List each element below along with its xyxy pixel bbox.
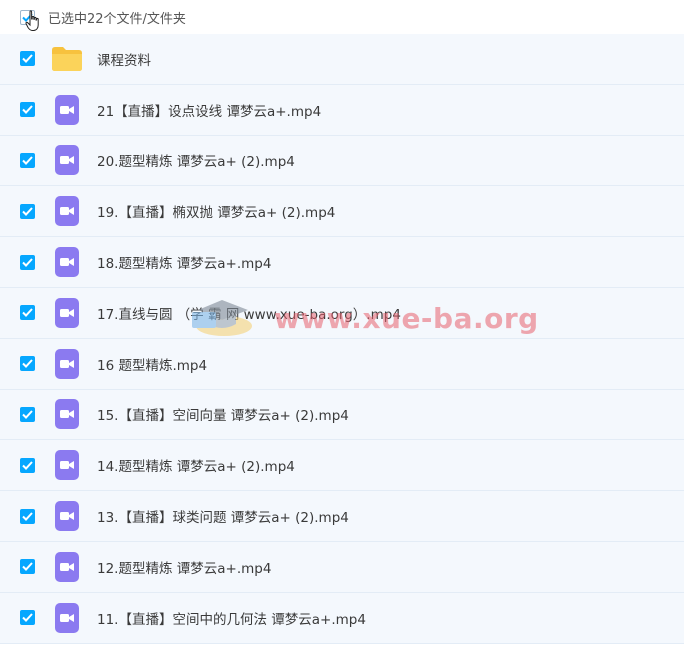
item-checkbox[interactable] — [20, 254, 35, 270]
list-item[interactable]: 课程资料 — [0, 34, 684, 85]
file-name[interactable]: 18.题型精炼 谭梦云a+.mp4 — [97, 252, 271, 272]
list-item[interactable]: 11.【直播】空间中的几何法 谭梦云a+.mp4 — [0, 592, 684, 644]
check-icon — [22, 257, 33, 267]
video-file-icon — [51, 195, 83, 227]
list-item[interactable]: 15.【直播】空间向量 谭梦云a+ (2).mp4 — [0, 389, 684, 441]
item-checkbox[interactable] — [20, 610, 35, 626]
check-icon — [22, 359, 33, 369]
check-icon — [22, 156, 33, 165]
video-file-icon — [51, 551, 83, 583]
file-name[interactable]: 课程资料 — [97, 49, 151, 69]
file-name[interactable]: 21【直播】设点设线 谭梦云a+.mp4 — [97, 100, 321, 120]
list-item[interactable]: 12.题型精炼 谭梦云a+.mp4 — [0, 541, 684, 593]
file-name[interactable]: 11.【直播】空间中的几何法 谭梦云a+.mp4 — [97, 608, 366, 628]
selection-header: 已选中22个文件/文件夹 — [0, 0, 684, 34]
check-icon — [22, 105, 33, 115]
item-checkbox[interactable] — [20, 356, 35, 372]
check-icon — [22, 410, 33, 419]
hand-cursor-icon — [25, 10, 39, 31]
file-name[interactable]: 15.【直播】空间向量 谭梦云a+ (2).mp4 — [97, 404, 349, 424]
video-file-icon — [51, 398, 83, 430]
list-item[interactable]: 16 题型精炼.mp4 — [0, 338, 684, 390]
video-file-icon — [51, 602, 83, 634]
video-file-icon — [51, 297, 83, 329]
item-checkbox[interactable] — [20, 51, 35, 67]
file-name[interactable]: 20.题型精炼 谭梦云a+ (2).mp4 — [97, 150, 295, 170]
video-file-icon — [51, 449, 83, 481]
check-icon — [22, 308, 33, 318]
list-item[interactable]: 19.【直播】椭双抛 谭梦云a+ (2).mp4 — [0, 186, 684, 238]
item-checkbox[interactable] — [20, 457, 35, 473]
selection-count-text: 已选中22个文件/文件夹 — [48, 11, 186, 27]
check-icon — [22, 562, 33, 572]
item-checkbox[interactable] — [20, 559, 35, 575]
check-icon — [22, 613, 33, 623]
video-file-icon — [51, 94, 83, 126]
item-checkbox[interactable] — [20, 305, 35, 321]
item-checkbox[interactable] — [20, 406, 35, 422]
list-item[interactable]: 13.【直播】球类问题 谭梦云a+ (2).mp4 — [0, 491, 684, 542]
check-icon — [22, 511, 33, 521]
file-name[interactable]: 16 题型精炼.mp4 — [97, 354, 207, 374]
list-item[interactable]: 14.题型精炼 谭梦云a+ (2).mp4 — [0, 440, 684, 492]
item-checkbox[interactable] — [20, 152, 35, 168]
file-name[interactable]: 19.【直播】椭双抛 谭梦云a+ (2).mp4 — [97, 201, 335, 221]
video-file-icon — [51, 246, 83, 278]
check-icon — [22, 207, 33, 216]
file-name[interactable]: 13.【直播】球类问题 谭梦云a+ (2).mp4 — [97, 506, 349, 526]
file-list: 课程资料 21【直播】设点设线 谭梦云a+.mp4 20.题型精炼 谭梦云a+ … — [0, 34, 684, 644]
folder-icon — [51, 43, 83, 75]
check-icon — [22, 461, 33, 470]
list-item[interactable]: 20.题型精炼 谭梦云a+ (2).mp4 — [0, 135, 684, 187]
list-item[interactable]: 21【直播】设点设线 谭梦云a+.mp4 — [0, 84, 684, 136]
item-checkbox[interactable] — [20, 508, 35, 524]
list-item[interactable]: 18.题型精炼 谭梦云a+.mp4 — [0, 237, 684, 288]
list-item[interactable]: 17.直线与圆 （学 霸 网 www.xue-ba.org）.mp4 — [0, 287, 684, 339]
video-file-icon — [51, 144, 83, 176]
video-file-icon — [51, 500, 83, 532]
video-file-icon — [51, 348, 83, 380]
check-icon — [22, 54, 33, 64]
file-name[interactable]: 17.直线与圆 （学 霸 网 www.xue-ba.org）.mp4 — [97, 303, 401, 323]
file-name[interactable]: 12.题型精炼 谭梦云a+.mp4 — [97, 557, 271, 577]
file-name[interactable]: 14.题型精炼 谭梦云a+ (2).mp4 — [97, 455, 295, 475]
item-checkbox[interactable] — [20, 102, 35, 118]
item-checkbox[interactable] — [20, 203, 35, 219]
